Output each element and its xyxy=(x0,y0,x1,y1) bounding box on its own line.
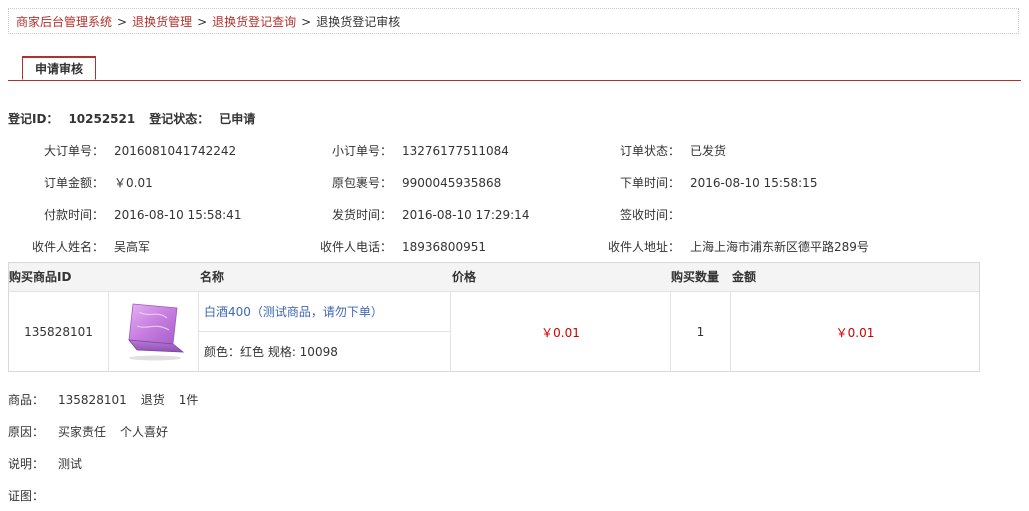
registration-status-value: 已申请 xyxy=(219,112,256,126)
return-count: 1件 xyxy=(178,393,199,407)
product-spec: 颜色：红色 规格: 10098 xyxy=(204,345,338,359)
field-label: 下单时间： xyxy=(619,176,680,190)
product-name-cell: 白酒400（测试商品，请勿下单） 颜色：红色 规格: 10098 xyxy=(199,292,451,372)
field-value: 2016-08-10 15:58:15 xyxy=(690,176,818,190)
product-price: ￥0.01 xyxy=(541,325,580,340)
product-amount: ￥0.01 xyxy=(835,325,875,340)
registration-status-label: 登记状态： xyxy=(149,112,210,126)
field-label: 付款时间： xyxy=(43,208,104,222)
field-label: 订单金额： xyxy=(43,176,104,190)
goods-table: 购买商品ID 名称 价格 购买数量 金额 135828101 白酒400（测试商… xyxy=(8,262,980,372)
return-note-text: 测试 xyxy=(58,457,83,471)
registration-id-label: 登记ID： xyxy=(8,112,59,126)
product-thumbnail-cell xyxy=(109,292,199,372)
field-value: ￥0.01 xyxy=(114,176,153,190)
return-goods-id: 135828101 xyxy=(58,393,127,407)
return-goods-line: 商品： 135828101 退货 1件 xyxy=(8,391,198,408)
return-note-line: 说明： 测试 xyxy=(8,455,82,472)
tab-bar: 申请审核 xyxy=(8,56,1021,81)
field-value: 13276177511084 xyxy=(402,144,509,158)
product-id: 135828101 xyxy=(24,325,93,339)
field-label: 原包裹号： xyxy=(331,176,392,190)
order-info-amount: 订单金额： ￥0.01 xyxy=(8,174,153,191)
amount-cell: ￥0.01 xyxy=(731,292,979,372)
column-header-price: 价格 xyxy=(452,270,477,284)
breadcrumb-link-query[interactable]: 退换货登记查询 xyxy=(212,15,296,29)
field-label: 发货时间： xyxy=(331,208,392,222)
field-value: 2016-08-10 17:29:14 xyxy=(402,208,530,222)
order-info-package: 原包裹号： 9900045935868 xyxy=(296,174,501,191)
order-info-small-order: 小订单号： 13276177511084 xyxy=(296,142,509,159)
product-spec-row: 颜色：红色 规格: 10098 xyxy=(199,333,450,372)
laptop-thumbnail-icon[interactable] xyxy=(119,300,189,364)
goods-table-header: 购买商品ID 名称 价格 购买数量 金额 xyxy=(9,263,979,292)
order-info-recipient-name: 收件人姓名： 吴高军 xyxy=(8,238,150,255)
field-value: 18936800951 xyxy=(402,240,486,254)
column-header-name: 名称 xyxy=(200,270,225,284)
product-name-link[interactable]: 白酒400（测试商品，请勿下单） xyxy=(204,305,383,319)
field-label: 大订单号： xyxy=(43,144,104,158)
field-label: 收件人姓名： xyxy=(31,240,104,254)
quantity-cell: 1 xyxy=(671,292,731,372)
breadcrumb-current: 退换货登记审核 xyxy=(316,15,401,29)
field-label: 签收时间： xyxy=(619,208,680,222)
order-info-recipient-phone: 收件人电话： 18936800951 xyxy=(296,238,486,255)
return-reason-party: 买家责任 xyxy=(58,425,107,439)
return-reason-text: 个人喜好 xyxy=(120,425,169,439)
product-quantity: 1 xyxy=(696,325,705,339)
order-info-sign-time: 签收时间： xyxy=(584,206,690,223)
field-label: 收件人电话： xyxy=(319,240,392,254)
return-note-label: 说明： xyxy=(8,457,45,471)
order-info-big-order: 大订单号： 2016081041742242 xyxy=(8,142,236,159)
field-value: 已发货 xyxy=(690,144,727,158)
registration-summary: 登记ID： 10252521 登记状态： 已申请 xyxy=(8,110,265,127)
return-reason-line: 原因： 买家责任 个人喜好 xyxy=(8,423,168,440)
field-label: 收件人地址： xyxy=(607,240,680,254)
return-goods-label: 商品： xyxy=(8,393,45,407)
field-value: 2016081041742242 xyxy=(114,144,237,158)
order-info-pay-time: 付款时间： 2016-08-10 15:58:41 xyxy=(8,206,241,223)
field-value: 2016-08-10 15:58:41 xyxy=(114,208,242,222)
tab-apply-review[interactable]: 申请审核 xyxy=(22,56,96,80)
order-info-recipient-address: 收件人地址： 上海上海市浦东新区德平路289号 xyxy=(584,238,869,255)
order-info-ship-time: 发货时间： 2016-08-10 17:29:14 xyxy=(296,206,529,223)
order-info-order-time: 下单时间： 2016-08-10 15:58:15 xyxy=(584,174,817,191)
field-label: 订单状态： xyxy=(619,144,680,158)
column-header-product-id: 购买商品ID xyxy=(9,270,72,284)
return-type: 退货 xyxy=(140,393,165,407)
breadcrumb-separator: > xyxy=(117,15,128,29)
order-info-status: 订单状态： 已发货 xyxy=(584,142,726,159)
product-name-row: 白酒400（测试商品，请勿下单） xyxy=(199,292,450,332)
price-cell: ￥0.01 xyxy=(451,292,671,372)
field-label: 小订单号： xyxy=(331,144,392,158)
field-value: 上海上海市浦东新区德平路289号 xyxy=(690,240,869,254)
field-value: 吴高军 xyxy=(114,240,151,254)
registration-id-value: 10252521 xyxy=(68,112,136,126)
return-evidence-line: 证图： xyxy=(8,487,44,504)
product-id-cell: 135828101 xyxy=(9,292,109,372)
return-evidence-label: 证图： xyxy=(8,489,45,503)
column-header-quantity: 购买数量 xyxy=(671,270,720,284)
breadcrumb-link-returns[interactable]: 退换货管理 xyxy=(132,15,192,29)
field-value: 9900045935868 xyxy=(402,176,502,190)
column-header-amount: 金额 xyxy=(732,270,757,284)
breadcrumb-link-home[interactable]: 商家后台管理系统 xyxy=(16,15,112,29)
breadcrumb-separator: > xyxy=(301,15,312,29)
breadcrumb: 商家后台管理系统 > 退换货管理 > 退换货登记查询 > 退换货登记审核 xyxy=(8,8,1019,34)
breadcrumb-separator: > xyxy=(197,15,208,29)
return-reason-label: 原因： xyxy=(8,425,45,439)
